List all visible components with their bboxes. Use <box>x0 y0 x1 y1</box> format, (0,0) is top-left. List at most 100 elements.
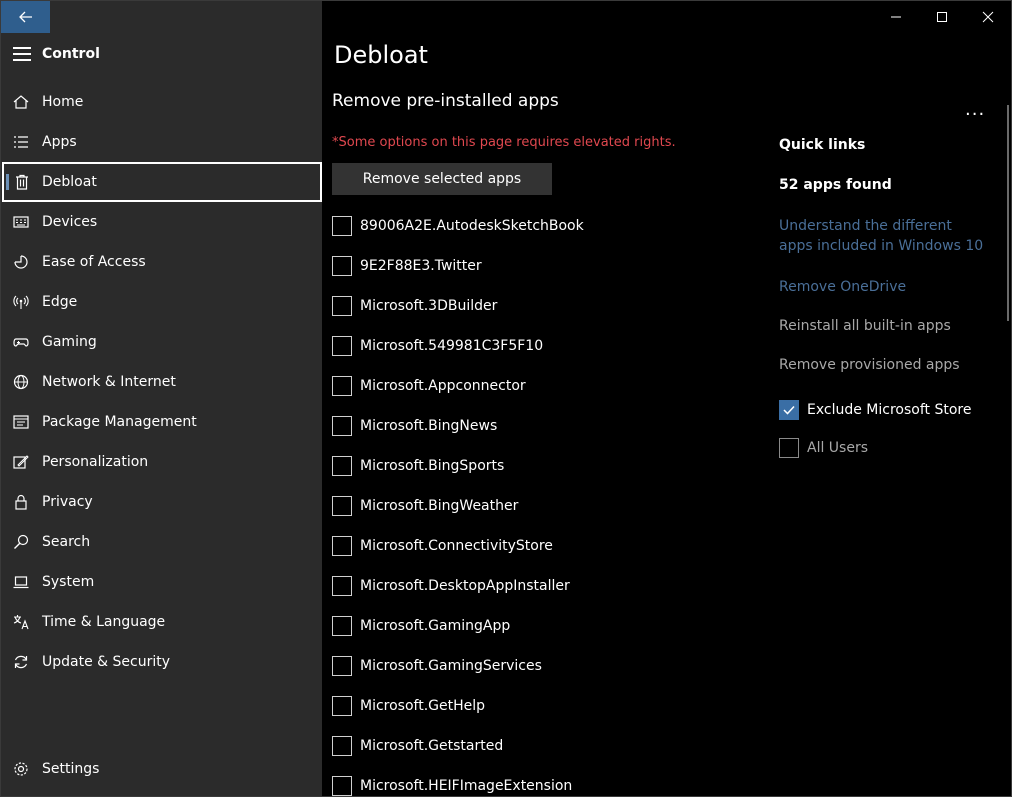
back-button[interactable] <box>1 1 50 33</box>
app-name: Microsoft.GetHelp <box>360 698 486 714</box>
list-item[interactable]: Microsoft.Appconnector <box>332 366 526 406</box>
lock-icon <box>12 493 30 511</box>
exclude-store-option[interactable]: Exclude Microsoft Store <box>779 400 971 420</box>
sidebar-item-label: Network & Internet <box>42 374 176 390</box>
app-name: Microsoft.HEIFImageExtension <box>360 778 573 794</box>
app-checkbox[interactable] <box>332 656 352 676</box>
package-icon <box>12 413 30 431</box>
sidebar-item-network[interactable]: Network & Internet <box>1 362 322 402</box>
sidebar-item-label: System <box>42 574 95 590</box>
checkmark-icon <box>783 405 795 415</box>
list-item[interactable]: 9E2F88E3.Twitter <box>332 246 482 286</box>
hamburger-menu-icon[interactable] <box>13 47 31 61</box>
globe-icon <box>12 373 30 391</box>
app-name: Microsoft.549981C3F5F10 <box>360 338 544 354</box>
list-item[interactable]: Microsoft.ConnectivityStore <box>332 526 553 566</box>
app-checkbox[interactable] <box>332 696 352 716</box>
sidebar-item-package-management[interactable]: Package Management <box>1 402 322 442</box>
sidebar-item-label: Privacy <box>42 494 93 510</box>
understand-apps-link[interactable]: Understand the different apps included i… <box>779 216 989 256</box>
app-name: Microsoft.GamingServices <box>360 658 542 674</box>
sidebar-item-label: Ease of Access <box>42 254 146 270</box>
keyboard-icon <box>12 213 30 231</box>
remove-onedrive-link[interactable]: Remove OneDrive <box>779 277 989 297</box>
sidebar-item-gaming[interactable]: Gaming <box>1 322 322 362</box>
app-checkbox[interactable] <box>332 776 352 796</box>
app-checkbox[interactable] <box>332 256 352 276</box>
remove-selected-apps-button[interactable]: Remove selected apps <box>332 163 552 195</box>
sidebar-item-search[interactable]: Search <box>1 522 322 562</box>
sidebar-item-label: Edge <box>42 294 78 310</box>
list-item[interactable]: Microsoft.HEIFImageExtension <box>332 766 572 796</box>
app-header: Control <box>1 37 322 71</box>
trash-icon <box>13 173 31 191</box>
more-options-button[interactable]: ... <box>965 99 985 120</box>
list-item[interactable]: Microsoft.DesktopAppInstaller <box>332 566 570 606</box>
page-title: Debloat <box>334 41 428 69</box>
sidebar-item-update-security[interactable]: Update & Security <box>1 642 322 682</box>
all-users-option[interactable]: All Users <box>779 438 868 458</box>
quick-links-title: Quick links <box>779 137 866 153</box>
list-item[interactable]: Microsoft.GamingServices <box>332 646 542 686</box>
sidebar-item-label: Time & Language <box>42 614 166 630</box>
sidebar-item-settings[interactable]: Settings <box>1 749 322 789</box>
search-icon <box>12 533 30 551</box>
sidebar-item-label: Devices <box>42 214 98 230</box>
main-content: Debloat Remove pre-installed apps *Some … <box>322 1 1011 796</box>
sync-icon <box>12 653 30 671</box>
app-checkbox[interactable] <box>332 616 352 636</box>
sidebar-item-devices[interactable]: Devices <box>1 202 322 242</box>
sidebar-item-home[interactable]: Home <box>1 82 322 122</box>
all-users-label: All Users <box>807 440 869 456</box>
sidebar-nav: Home Apps Debloat Devices Ease of Access… <box>1 82 322 682</box>
list-item[interactable]: Microsoft.Getstarted <box>332 726 503 766</box>
app-name: Microsoft.BingNews <box>360 418 498 434</box>
app-title: Control <box>42 46 100 62</box>
sidebar-item-apps[interactable]: Apps <box>1 122 322 162</box>
remove-provisioned-apps-link[interactable]: Remove provisioned apps <box>779 357 960 373</box>
sidebar-item-system[interactable]: System <box>1 562 322 602</box>
app-checkbox[interactable] <box>332 496 352 516</box>
sidebar-item-privacy[interactable]: Privacy <box>1 482 322 522</box>
list-item[interactable]: Microsoft.BingWeather <box>332 486 518 526</box>
list-item[interactable]: Microsoft.3DBuilder <box>332 286 497 326</box>
list-item[interactable]: Microsoft.549981C3F5F10 <box>332 326 543 366</box>
sidebar-item-time-language[interactable]: Time & Language <box>1 602 322 642</box>
gear-icon <box>12 760 30 778</box>
sidebar-item-ease-of-access[interactable]: Ease of Access <box>1 242 322 282</box>
exclude-store-checkbox[interactable] <box>779 400 799 420</box>
app-checkbox[interactable] <box>332 456 352 476</box>
app-checkbox[interactable] <box>332 216 352 236</box>
ease-of-access-icon <box>12 253 30 271</box>
app-checkbox[interactable] <box>332 296 352 316</box>
app-name: Microsoft.GamingApp <box>360 618 511 634</box>
list-item[interactable]: Microsoft.GetHelp <box>332 686 485 726</box>
sidebar-item-personalization[interactable]: Personalization <box>1 442 322 482</box>
list-item[interactable]: Microsoft.BingNews <box>332 406 497 446</box>
app-checkbox[interactable] <box>332 416 352 436</box>
sidebar-item-edge[interactable]: Edge <box>1 282 322 322</box>
app-checkbox[interactable] <box>332 536 352 556</box>
sidebar-item-label: Debloat <box>42 174 97 190</box>
sidebar-item-label: Home <box>42 94 84 110</box>
list-item[interactable]: Microsoft.GamingApp <box>332 606 510 646</box>
brush-icon <box>12 453 30 471</box>
all-users-checkbox[interactable] <box>779 438 799 458</box>
app-name: 89006A2E.AutodeskSketchBook <box>360 218 584 234</box>
app-name: Microsoft.DesktopAppInstaller <box>360 578 570 594</box>
app-checkbox[interactable] <box>332 736 352 756</box>
app-checkbox[interactable] <box>332 376 352 396</box>
scrollbar[interactable] <box>1007 105 1009 321</box>
app-name: Microsoft.Getstarted <box>360 738 504 754</box>
language-icon <box>12 613 30 631</box>
sidebar-item-label: Apps <box>42 134 77 150</box>
list-item[interactable]: 89006A2E.AutodeskSketchBook <box>332 206 584 246</box>
list-item[interactable]: Microsoft.BingSports <box>332 446 504 486</box>
app-name: 9E2F88E3.Twitter <box>360 258 482 274</box>
elevated-rights-warning: *Some options on this page requires elev… <box>332 135 676 150</box>
selection-indicator <box>6 174 9 190</box>
app-checkbox[interactable] <box>332 576 352 596</box>
sidebar-item-debloat[interactable]: Debloat <box>2 162 322 202</box>
app-checkbox[interactable] <box>332 336 352 356</box>
reinstall-apps-link[interactable]: Reinstall all built-in apps <box>779 318 951 334</box>
